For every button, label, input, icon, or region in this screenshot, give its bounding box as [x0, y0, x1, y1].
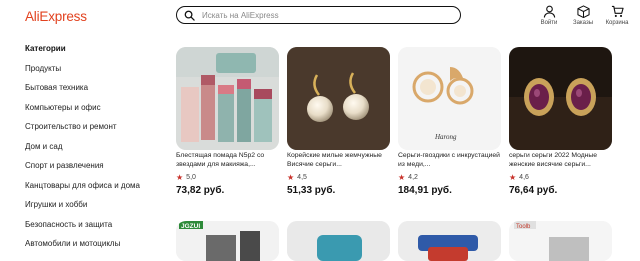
sidebar-item-construction[interactable]: Строительство и ремонт: [25, 122, 175, 142]
product-price: 76,64 руб.: [509, 185, 558, 196]
product-brand-text: Toolb: [516, 224, 531, 230]
login-label: Войти: [540, 20, 558, 26]
star-icon: ★: [176, 173, 184, 182]
product-image[interactable]: Harong: [398, 47, 501, 150]
star-icon: ★: [287, 173, 295, 182]
star-icon: ★: [398, 173, 406, 182]
login-button[interactable]: Войти: [532, 5, 566, 26]
cart-label: Корзина: [605, 20, 629, 26]
product-title[interactable]: Корейские милые жемчужные Висячие серьги…: [287, 152, 390, 169]
product-rating: ★ 4,6: [509, 173, 612, 182]
product-price: 73,82 руб.: [176, 185, 225, 196]
product-rating: ★ 4,5: [287, 173, 390, 182]
sidebar-item-computers[interactable]: Компьютеры и офис: [25, 103, 175, 123]
cart-icon: [611, 5, 624, 17]
product-card[interactable]: Корейские милые жемчужные Висячие серьги…: [287, 47, 390, 196]
product-image[interactable]: [287, 221, 390, 261]
sidebar-item-appliances[interactable]: Бытовая техника: [25, 83, 175, 103]
box-icon: [576, 5, 590, 18]
product-rating: ★ 5,0: [176, 173, 279, 182]
product-rating: ★ 4,2: [398, 173, 501, 182]
orders-label: Заказы: [572, 20, 594, 26]
product-image[interactable]: [287, 47, 390, 150]
product-card[interactable]: Блестящая помада N5p2 со звездами для ма…: [176, 47, 279, 196]
category-sidebar: Категории Продукты Бытовая техника Компь…: [25, 44, 175, 259]
cart-button[interactable]: Корзина: [600, 5, 634, 26]
categories-heading: Категории: [25, 44, 66, 53]
aliexpress-logo[interactable]: AliExpress: [25, 9, 87, 24]
product-card[interactable]: серьги серьги 2022 Модные женские висячи…: [509, 47, 612, 196]
product-price: 184,91 руб.: [398, 185, 452, 196]
sidebar-item-security[interactable]: Безопасность и защита: [25, 220, 175, 240]
sidebar-item-auto[interactable]: Автомобили и мотоциклы: [25, 239, 175, 259]
rating-value: 5,0: [186, 174, 196, 181]
product-image[interactable]: [176, 47, 279, 150]
star-icon: ★: [509, 173, 517, 182]
orders-button[interactable]: Заказы: [566, 5, 600, 26]
sidebar-item-home-garden[interactable]: Дом и сад: [25, 142, 175, 162]
search-input[interactable]: [200, 9, 444, 21]
sidebar-item-stationery[interactable]: Канцтовары для офиса и дома: [25, 181, 175, 201]
sidebar-item-products[interactable]: Продукты: [25, 64, 175, 84]
search-icon: [184, 10, 195, 21]
sidebar-item-sports[interactable]: Спорт и развлечения: [25, 161, 175, 181]
rating-value: 4,2: [408, 174, 418, 181]
product-title[interactable]: Серьги-гвоздики с инкрустацией из меди,.…: [398, 152, 501, 169]
product-card[interactable]: Harong Серьги-гвоздики с инкрустацией из…: [398, 47, 501, 196]
product-title[interactable]: Блестящая помада N5p2 со звездами для ма…: [176, 152, 279, 169]
product-image[interactable]: [509, 47, 612, 150]
search-bar[interactable]: [176, 6, 461, 24]
user-icon: [543, 5, 555, 18]
product-image[interactable]: Toolb: [509, 221, 612, 261]
rating-value: 4,5: [297, 174, 307, 181]
product-image[interactable]: [398, 221, 501, 261]
product-image[interactable]: JGZUI: [176, 221, 279, 261]
sidebar-item-toys[interactable]: Игрушки и хобби: [25, 200, 175, 220]
rating-value: 4,6: [519, 174, 529, 181]
product-brand-text: JGZUI: [181, 223, 200, 230]
product-price: 51,33 руб.: [287, 185, 336, 196]
header-actions: Войти Заказы Корзина: [532, 5, 634, 26]
product-brand-text: Harong: [434, 133, 457, 141]
product-title[interactable]: серьги серьги 2022 Модные женские висячи…: [509, 152, 612, 169]
